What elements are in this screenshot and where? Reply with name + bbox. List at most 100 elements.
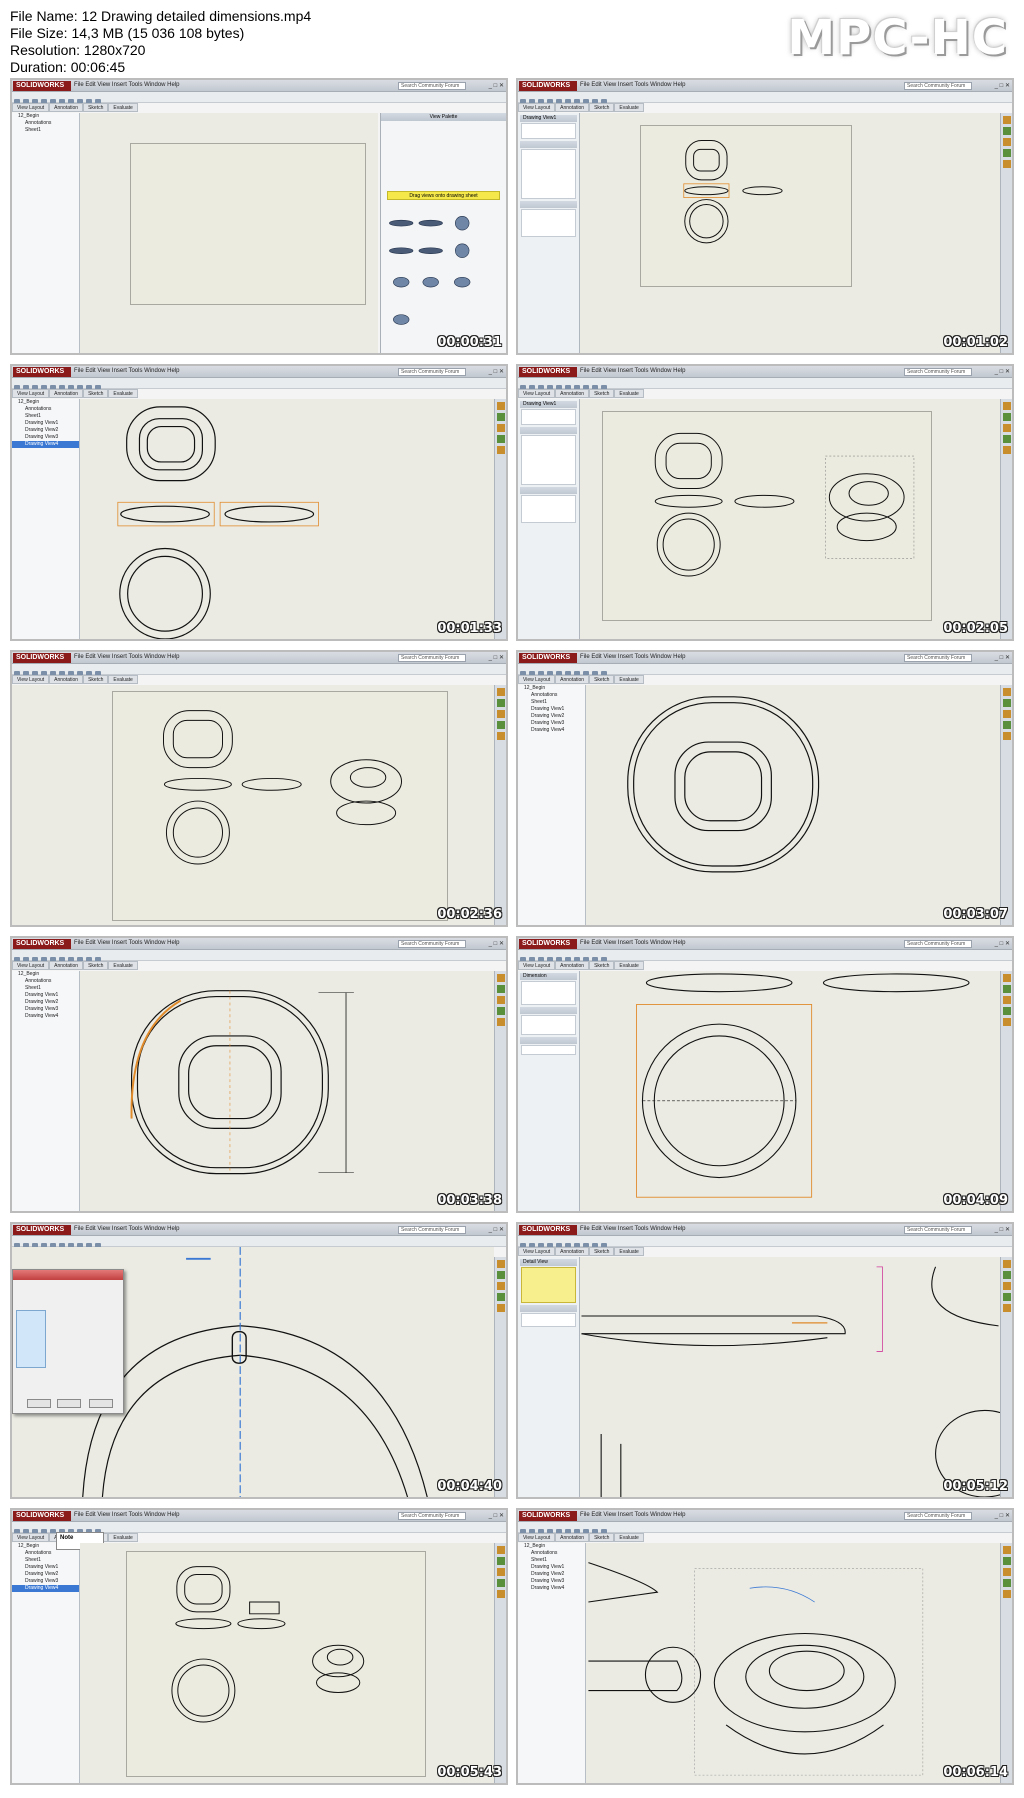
window-controls[interactable]: _ □ ✕	[489, 82, 504, 89]
tree-view[interactable]: Drawing View2	[12, 427, 79, 434]
view-palette-icons[interactable]	[381, 113, 506, 353]
command-tabs[interactable]: View LayoutAnnotationSketchEvaluate	[12, 961, 138, 970]
tab-view-layout[interactable]: View Layout	[12, 1533, 50, 1542]
command-tabs[interactable]: View LayoutAnnotationSketchEvaluate	[518, 103, 644, 112]
menu-bar[interactable]: File Edit View Insert Tools Window Help	[74, 654, 180, 660]
graphics-area[interactable]	[586, 1543, 1000, 1783]
graphics-area[interactable]	[586, 685, 1000, 925]
drawing-views[interactable]	[586, 1543, 1000, 1783]
window-controls[interactable]: _ □ ✕	[995, 654, 1010, 661]
feature-tree[interactable]: 12_Begin Annotations Sheet1 Drawing View…	[12, 971, 80, 1211]
tab-evaluate[interactable]: Evaluate	[108, 103, 138, 112]
window-controls[interactable]: _ □ ✕	[489, 368, 504, 375]
thumbnail[interactable]: SOLIDWORKS File Edit View Insert Tools W…	[10, 936, 508, 1213]
tab-view-layout[interactable]: View Layout	[12, 103, 50, 112]
task-pane[interactable]	[1000, 1543, 1012, 1783]
toolbar[interactable]	[12, 92, 506, 105]
tab-evaluate[interactable]: Evaluate	[614, 675, 644, 684]
tree-sheet[interactable]: Sheet1	[12, 985, 79, 992]
tree-sheet[interactable]: Sheet1	[12, 413, 79, 420]
menu-bar[interactable]: File Edit View Insert Tools Window Help	[580, 940, 686, 946]
menu-bar[interactable]: File Edit View Insert Tools Window Help	[580, 654, 686, 660]
tab-evaluate[interactable]: Evaluate	[614, 1533, 644, 1542]
tree-sheet[interactable]: Sheet1	[12, 127, 79, 134]
property-manager[interactable]: Detail View	[518, 1257, 580, 1497]
tab-sketch[interactable]: Sketch	[589, 1247, 615, 1256]
graphics-area[interactable]	[80, 399, 494, 639]
menu-bar[interactable]: File Edit View Insert Tools Window Help	[74, 1226, 180, 1232]
layer-box[interactable]	[521, 1045, 576, 1055]
tree-view[interactable]: Drawing View1	[12, 992, 79, 999]
tab-view-layout[interactable]: View Layout	[12, 961, 50, 970]
tree-root[interactable]: 12_Begin	[12, 399, 79, 406]
tree-view[interactable]: Drawing View1	[518, 706, 585, 713]
window-controls[interactable]: _ □ ✕	[995, 1226, 1010, 1233]
toolbar[interactable]	[518, 950, 1012, 963]
tab-annotation[interactable]: Annotation	[555, 1247, 590, 1256]
feature-tree[interactable]: 12_Begin Annotations Sheet1 Drawing View…	[518, 1543, 586, 1783]
graphics-area[interactable]	[580, 971, 1000, 1211]
tree-view[interactable]: Drawing View2	[518, 1571, 585, 1578]
drawing-views[interactable]	[580, 113, 1000, 353]
tree-view[interactable]: Drawing View3	[12, 1578, 79, 1585]
command-tabs[interactable]: View LayoutAnnotationSketchEvaluate	[518, 389, 644, 398]
menu-bar[interactable]: File Edit View Insert Tools Window Help	[580, 1512, 686, 1518]
toolbar[interactable]	[518, 1236, 1012, 1249]
dialog-titlebar[interactable]	[13, 1270, 123, 1280]
graphics-area[interactable]	[580, 113, 1000, 353]
toolbar[interactable]	[12, 664, 506, 677]
task-pane[interactable]	[1000, 685, 1012, 925]
drawing-views[interactable]	[12, 685, 494, 925]
toolbar[interactable]	[12, 1236, 506, 1249]
tree-sheet[interactable]: Sheet1	[12, 1557, 79, 1564]
command-tabs[interactable]: View LayoutAnnotationSketchEvaluate	[518, 1533, 644, 1542]
toolbar[interactable]	[518, 664, 1012, 677]
dimension-scheme-box[interactable]	[521, 981, 576, 1005]
thumbnail[interactable]: SOLIDWORKS File Edit View Insert Tools W…	[516, 1222, 1014, 1499]
tab-annotation[interactable]: Annotation	[49, 961, 84, 970]
tree-view[interactable]: Drawing View3	[12, 1006, 79, 1013]
tab-view-layout[interactable]: View Layout	[518, 1247, 556, 1256]
tree-sheet[interactable]: Sheet1	[518, 699, 585, 706]
ok-button[interactable]	[27, 1399, 51, 1408]
tab-annotation[interactable]: Annotation	[49, 389, 84, 398]
graphics-area[interactable]	[580, 399, 1000, 639]
tab-sketch[interactable]: Sketch	[589, 389, 615, 398]
property-manager[interactable]: Drawing View1	[518, 399, 580, 639]
command-tabs[interactable]: View LayoutAnnotationSketchEvaluate	[12, 675, 138, 684]
help-button[interactable]	[89, 1399, 113, 1408]
menu-bar[interactable]: File Edit View Insert Tools Window Help	[580, 368, 686, 374]
tab-view-layout[interactable]: View Layout	[518, 675, 556, 684]
tree-sheet[interactable]: Sheet1	[518, 1557, 585, 1564]
toolbar[interactable]	[518, 1522, 1012, 1535]
tree-view[interactable]: Drawing View2	[518, 713, 585, 720]
display-style-box[interactable]	[521, 495, 576, 523]
thumbnail[interactable]: SOLIDWORKS File Edit View Insert Tools W…	[516, 936, 1014, 1213]
search-input[interactable]: Search Community Forum	[398, 1226, 466, 1234]
tab-evaluate[interactable]: Evaluate	[614, 103, 644, 112]
drawing-views[interactable]	[80, 1543, 494, 1783]
display-style-box[interactable]	[521, 209, 576, 237]
window-controls[interactable]: _ □ ✕	[995, 940, 1010, 947]
graphics-area[interactable]	[80, 1543, 494, 1783]
drawing-views[interactable]	[586, 685, 1000, 925]
tab-evaluate[interactable]: Evaluate	[614, 961, 644, 970]
menu-bar[interactable]: File Edit View Insert Tools Window Help	[580, 1226, 686, 1232]
graphics-area[interactable]	[80, 971, 494, 1211]
tab-view-layout[interactable]: View Layout	[518, 389, 556, 398]
tree-view[interactable]: Drawing View4	[518, 1585, 585, 1592]
tab-sketch[interactable]: Sketch	[589, 1533, 615, 1542]
menu-bar[interactable]: File Edit View Insert Tools Window Help	[580, 82, 686, 88]
tree-root[interactable]: 12_Begin	[518, 1543, 585, 1550]
task-pane[interactable]	[494, 971, 506, 1211]
tab-evaluate[interactable]: Evaluate	[108, 675, 138, 684]
property-box[interactable]	[521, 409, 576, 425]
orientation-box[interactable]	[521, 435, 576, 485]
thumbnail[interactable]: SOLIDWORKS File Edit View Insert Tools W…	[10, 1508, 508, 1785]
tree-view[interactable]: Drawing View2	[12, 1571, 79, 1578]
search-input[interactable]: Search Community Forum	[904, 940, 972, 948]
drawing-views[interactable]	[80, 399, 494, 639]
tree-view[interactable]: Drawing View3	[518, 720, 585, 727]
tab-sketch[interactable]: Sketch	[83, 961, 109, 970]
tab-annotation[interactable]: Annotation	[49, 103, 84, 112]
